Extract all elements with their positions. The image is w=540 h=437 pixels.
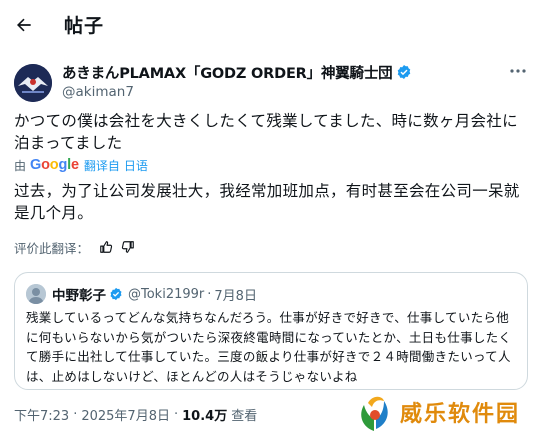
separator-dot: · [207, 286, 212, 302]
view-count: 10.4万 [182, 408, 228, 424]
google-logo: Google [30, 157, 79, 173]
post-time[interactable]: 下午7:23 [14, 405, 69, 424]
author-avatar[interactable] [14, 64, 52, 102]
author-name[interactable]: あきまんPLAMAX「GODZ ORDER」神翼騎士団 [62, 62, 393, 83]
quoted-post-text: 残業しているってどんな気持ちなんだろう。仕事が好きで好きで、仕事していたら他に何… [26, 310, 512, 384]
post-original-text: かつての僕は会社を大きくしたくて残業してました、時に数ヶ月会社に泊まってました [14, 112, 518, 152]
translation-prefix: 由 [14, 158, 27, 173]
top-bar: 帖子 [0, 0, 540, 50]
author-handle[interactable]: @akiman7 [62, 84, 134, 100]
separator-dot: · [173, 406, 179, 422]
page-title: 帖子 [64, 15, 105, 37]
quoted-post-date[interactable]: 7月8日 [214, 285, 257, 304]
post-date[interactable]: 2025年7月8日 [81, 405, 170, 424]
translate-link[interactable]: 翻译自 [84, 157, 120, 174]
translation-attribution: 由 Google 翻译自 日语 [14, 157, 148, 173]
separator-dot: · [73, 406, 78, 422]
post-meta: 下午7:23 · 2025年7月8日 · 10.4万 查看 [14, 405, 258, 424]
more-options-icon[interactable] [509, 64, 527, 78]
back-arrow-icon[interactable] [14, 15, 34, 35]
quoted-author-name[interactable]: 中野彰子 [52, 284, 106, 304]
thumbs-down-icon[interactable] [121, 240, 135, 254]
watermark-text: 威乐软件园 [400, 402, 521, 427]
rate-translation-row: 评价此翻译： [14, 238, 135, 256]
watermark: 威乐软件园 [354, 391, 536, 435]
source-language-link[interactable]: 日语 [124, 157, 148, 174]
quoted-post[interactable]: 中野彰子 @Toki2199r · 7月8日 残業しているってどんな気持ちなんだ… [14, 272, 528, 390]
author-name-row[interactable]: あきまんPLAMAX「GODZ ORDER」神翼騎士団 [62, 62, 412, 82]
view-count-label: 查看 [231, 408, 258, 424]
verified-badge-icon [110, 287, 122, 301]
post-translated-text: 过去，为了让公司发展壮大，我经常加班加点，有时甚至会在公司一呆就是几个月。 [14, 182, 520, 222]
verified-badge-icon [398, 65, 411, 79]
thumbs-up-icon[interactable] [99, 240, 113, 254]
rate-label: 评价此翻译： [14, 240, 90, 256]
quoted-post-header: 中野彰子 @Toki2199r · 7月8日 [52, 284, 257, 305]
quoted-author-handle[interactable]: @Toki2199r [128, 287, 204, 302]
quoted-author-avatar[interactable] [26, 284, 46, 304]
watermark-logo [361, 396, 388, 431]
